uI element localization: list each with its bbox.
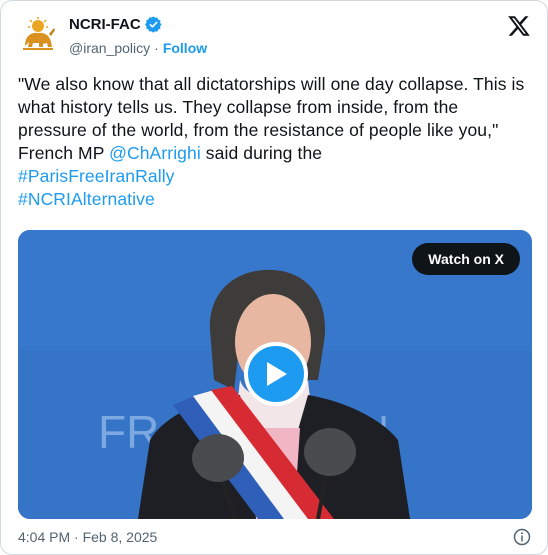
timestamp-separator: ·: [70, 529, 83, 545]
lion-sun-logo-icon: [23, 17, 55, 50]
x-logo-icon[interactable]: [507, 14, 531, 38]
author-name-row: NCRI-FAC: [69, 16, 162, 33]
author-name[interactable]: NCRI-FAC: [69, 16, 141, 33]
avatar[interactable]: [18, 14, 58, 54]
tweet-body-end: said during the: [200, 143, 323, 163]
info-icon[interactable]: [513, 528, 531, 546]
video-player[interactable]: FR N Watch on X: [18, 230, 532, 519]
author-handle-row: @iran_policy · Follow: [69, 40, 207, 56]
tweet-time: 4:04 PM: [18, 529, 71, 545]
watch-on-x-button[interactable]: Watch on X: [412, 243, 520, 275]
tweet-timestamp[interactable]: 4:04 PM · Feb 8, 2025: [18, 529, 157, 545]
verified-badge-icon: [144, 16, 162, 33]
play-icon: [267, 362, 287, 386]
hashtag-link[interactable]: #NCRIAlternative: [18, 189, 155, 209]
tweet-embed-card: NCRI-FAC @iran_policy · Follow "We also …: [0, 0, 548, 555]
author-handle[interactable]: @iran_policy: [69, 40, 150, 56]
play-button[interactable]: [244, 342, 308, 406]
separator-dot: ·: [154, 40, 159, 56]
mention-link[interactable]: @ChArrighi: [109, 143, 201, 163]
tweet-date: Feb 8, 2025: [82, 529, 158, 545]
follow-button[interactable]: Follow: [163, 40, 207, 56]
tweet-text: "We also know that all dictatorships wil…: [18, 73, 530, 211]
hashtag-link[interactable]: #ParisFreeIranRally: [18, 166, 175, 186]
